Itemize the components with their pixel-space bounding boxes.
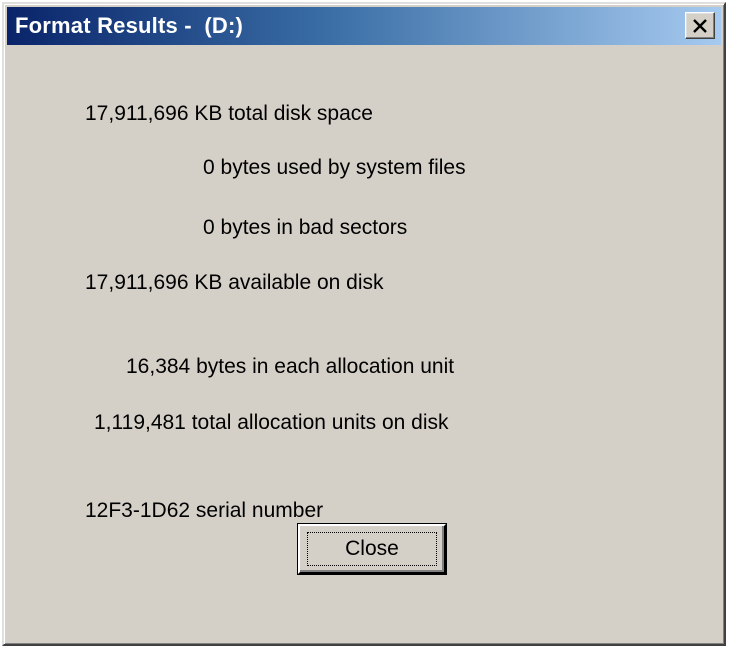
bad-sectors-text: 0 bytes in bad sectors bbox=[203, 216, 408, 239]
close-x-icon bbox=[693, 18, 707, 33]
system-files-text: 0 bytes used by system files bbox=[203, 156, 466, 179]
serial-number-text: 12F3-1D62 serial number bbox=[85, 499, 324, 522]
allocation-unit-size-text: 16,384 bytes in each allocation unit bbox=[126, 355, 455, 378]
window-title: Format Results - (D:) bbox=[15, 13, 244, 38]
format-results-dialog: Format Results - (D:) 17,911,696 KB tota… bbox=[2, 2, 726, 646]
title-bar[interactable]: Format Results - (D:) bbox=[7, 7, 721, 45]
close-button-label: Close bbox=[345, 537, 399, 560]
available-space-text: 17,911,696 KB available on disk bbox=[85, 271, 384, 294]
total-disk-space-text: 17,911,696 KB total disk space bbox=[85, 102, 373, 125]
title-close-button[interactable] bbox=[685, 12, 715, 39]
total-allocation-units-text: 1,119,481 total allocation units on disk bbox=[94, 411, 449, 434]
close-button[interactable]: Close bbox=[298, 524, 446, 574]
